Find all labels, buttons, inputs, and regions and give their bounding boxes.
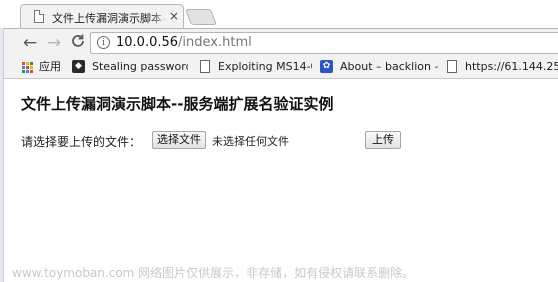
bookmark-apps-label: 应用	[39, 60, 61, 73]
tab-title-fade	[151, 8, 167, 24]
tab-strip: 文件上传漏洞演示脚本-- ×	[0, 0, 558, 28]
no-file-text: 未选择任何文件	[212, 135, 289, 148]
browser-window: 文件上传漏洞演示脚本-- × ← → i 10.0.0.56/index.htm…	[0, 0, 558, 282]
url-host: 10.0.0.56	[116, 35, 179, 50]
bookmark-item[interactable]: ✿ About – backlion –	[320, 59, 438, 75]
page-title: 文件上传漏洞演示脚本--服务端扩展名验证实例	[21, 95, 334, 113]
info-icon[interactable]: i	[97, 36, 110, 49]
tab-title: 文件上传漏洞演示脚本--	[52, 12, 166, 25]
upload-button[interactable]: 上传	[365, 131, 401, 149]
back-arrow-icon[interactable]: ←	[20, 33, 40, 53]
bookmark-label: About – backlion –	[340, 60, 438, 73]
page-icon	[200, 60, 210, 73]
tab-close-icon[interactable]: ×	[169, 8, 179, 24]
page-icon	[34, 10, 44, 23]
bookmarks-bar: 应用 ◆ Stealing passwords Exploiting MS14-…	[4, 56, 558, 79]
address-bar[interactable]: i 10.0.0.56/index.html	[90, 32, 558, 54]
bookmark-item[interactable]: Exploiting MS14-06	[198, 59, 312, 75]
apps-grid-icon	[22, 62, 33, 73]
bookmark-label: Stealing passwords	[92, 60, 188, 73]
bookmark-label: Exploiting MS14-06	[218, 60, 312, 73]
url-text[interactable]: 10.0.0.56/index.html	[116, 35, 252, 50]
toolbar: ← → i 10.0.0.56/index.html	[4, 28, 558, 57]
page-content: 文件上传漏洞演示脚本--服务端扩展名验证实例 请选择要上传的文件： 选择文件 未…	[4, 79, 558, 282]
forward-arrow-icon[interactable]: →	[44, 33, 64, 53]
upload-form: 请选择要上传的文件： 选择文件 未选择任何文件 上传	[21, 131, 421, 151]
page-icon	[447, 60, 457, 73]
bookmark-item[interactable]: ◆ Stealing passwords	[72, 59, 188, 75]
bookmark-label: https://61.144.253.9	[465, 60, 558, 73]
watermark: www.toymoban.com 网络图片仅供展示，非存储，如有侵权请联系删除。	[12, 266, 415, 280]
dark-favicon-icon: ◆	[72, 60, 85, 73]
upload-label: 请选择要上传的文件：	[21, 135, 142, 149]
bookmark-item[interactable]: https://61.144.253.9	[445, 59, 558, 75]
tab-active[interactable]: 文件上传漏洞演示脚本-- ×	[20, 4, 184, 28]
new-tab-button[interactable]	[185, 9, 217, 25]
paw-icon: ✿	[320, 60, 333, 73]
reload-icon-svg	[72, 34, 84, 47]
choose-file-button[interactable]: 选择文件	[152, 131, 206, 149]
reload-icon[interactable]	[68, 33, 88, 53]
url-path: /index.html	[178, 35, 252, 50]
